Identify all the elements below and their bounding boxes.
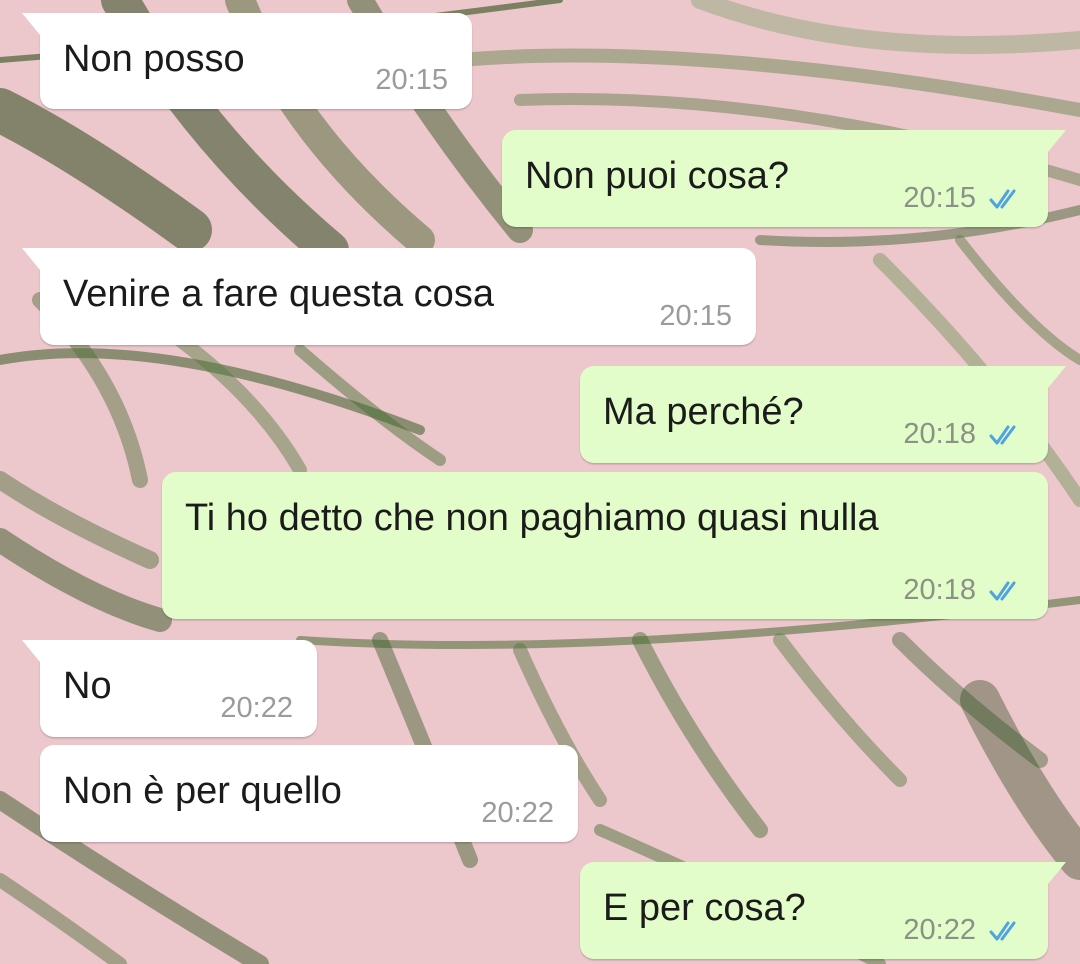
message-meta: 20:22 — [220, 692, 293, 725]
double-check-read-icon — [989, 425, 1016, 444]
message-meta: 20:22 — [903, 914, 1024, 947]
message-bubble-incoming[interactable]: Non posso 20:15 — [22, 13, 472, 109]
message-meta: 20:15 — [903, 182, 1024, 215]
double-check-read-icon — [989, 581, 1016, 600]
message-bubble-incoming[interactable]: Non è per quello 20:22 — [40, 745, 578, 842]
message-meta: 20:18 — [903, 574, 1024, 607]
message-text: Ti ho detto che non paghiamo quasi nulla — [185, 497, 879, 539]
message-time: 20:18 — [903, 574, 976, 606]
message-text: No — [63, 665, 112, 707]
message-text: Venire a fare questa cosa — [63, 273, 494, 315]
double-check-read-icon — [989, 189, 1016, 208]
message-meta: 20:15 — [375, 64, 448, 97]
message-bubble-outgoing[interactable]: Ti ho detto che non paghiamo quasi nulla… — [162, 472, 1048, 619]
message-time: 20:15 — [903, 182, 976, 214]
message-time: 20:22 — [903, 914, 976, 946]
message-text: Non posso — [63, 38, 245, 80]
message-bubble-outgoing[interactable]: Non puoi cosa? 20:15 — [502, 130, 1066, 227]
double-check-read-icon — [989, 921, 1016, 940]
message-meta: 20:15 — [659, 300, 732, 333]
message-time: 20:18 — [903, 418, 976, 450]
message-time: 20:22 — [220, 692, 293, 724]
message-bubble-outgoing[interactable]: E per cosa? 20:22 — [580, 862, 1066, 959]
message-text: Non puoi cosa? — [525, 155, 790, 197]
message-text: Non è per quello — [63, 770, 342, 812]
message-text: Ma perché? — [603, 391, 804, 433]
message-meta: 20:18 — [903, 418, 1024, 451]
message-meta: 20:22 — [481, 797, 554, 830]
message-bubble-outgoing[interactable]: Ma perché? 20:18 — [580, 366, 1066, 463]
message-text: E per cosa? — [603, 887, 806, 929]
message-bubble-incoming[interactable]: No 20:22 — [22, 640, 317, 737]
message-time: 20:22 — [481, 797, 554, 829]
message-time: 20:15 — [375, 64, 448, 96]
message-bubble-incoming[interactable]: Venire a fare questa cosa 20:15 — [22, 248, 756, 345]
message-time: 20:15 — [659, 300, 732, 332]
